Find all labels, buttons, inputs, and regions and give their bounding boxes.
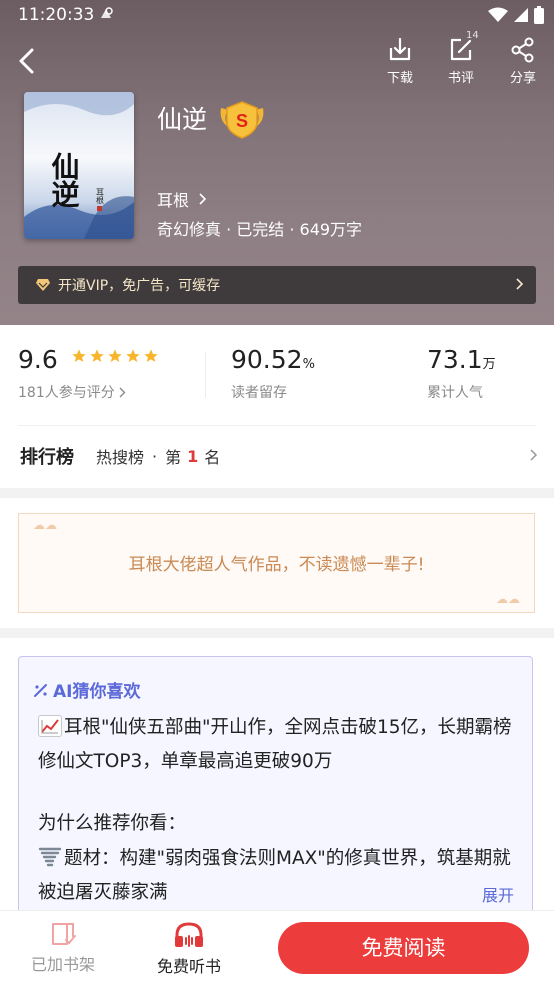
chevron-right-icon [530, 449, 538, 461]
ai-reason-text: 题材：构建"弱肉强食法则MAX"的修真世界，筑基期就被迫屠灭藤家满 [38, 848, 511, 903]
ai-title: AI猜你喜欢 [33, 677, 140, 702]
popularity-value: 73.1 [427, 345, 483, 374]
download-button[interactable]: 下载 [380, 36, 420, 86]
star-icon [108, 349, 122, 362]
chevron-right-icon [516, 278, 524, 290]
tornado-icon [38, 847, 62, 867]
download-label: 下载 [386, 71, 413, 86]
book-header: 11:20:33 下载 14 书评 分享 仙逆 耳根 仙逆 S 耳根 奇幻修真 … [0, 0, 554, 325]
retention-label: 读者留存 [231, 385, 287, 401]
retention-unit: % [302, 357, 315, 372]
read-free-button[interactable]: 免费阅读 [278, 922, 529, 974]
add-to-shelf-label: 已加书架 [30, 955, 95, 974]
expand-button[interactable]: 展开 [482, 882, 514, 906]
section-divider [18, 425, 536, 426]
star-icon [72, 349, 86, 362]
status-time: 11:20:33 [18, 5, 95, 25]
score-participants: 181人参与评分 [18, 385, 115, 401]
ranking-list-name: 热搜榜 [96, 448, 145, 467]
ai-reason: 题材：构建"弱肉强食法则MAX"的修真世界，筑基期就被迫屠灭藤家满 [38, 842, 516, 910]
bottom-action-bar: 已加书架 免费听书 免费阅读 [0, 910, 554, 984]
rating-stars [71, 348, 159, 364]
listen-free-button[interactable]: 免费听书 [144, 921, 234, 977]
popularity-unit: 万 [482, 357, 496, 372]
review-button[interactable]: 书评 [441, 36, 481, 86]
vip-promo-text: 开通VIP，免广告，可缓存 [58, 278, 221, 294]
review-label: 书评 [447, 71, 474, 86]
vip-diamond-icon [36, 279, 50, 291]
rank-badge-letter: S [236, 111, 248, 131]
back-button[interactable] [12, 44, 42, 78]
book-title: 仙逆 [157, 105, 208, 134]
download-icon [389, 37, 411, 61]
ranking-suffix: 名 [204, 448, 221, 467]
ai-why-heading: 为什么推荐你看： [38, 813, 187, 834]
book-cover[interactable]: 仙逆 耳根 [24, 92, 134, 239]
slogan-box: ☁☁ ☁☁ 耳根大佬超人气作品，不读遗憾一辈子! [18, 513, 535, 613]
status-bar: 11:20:33 [0, 0, 554, 30]
ranking-position: 1 [187, 446, 199, 466]
battery-icon [534, 6, 544, 24]
ai-sparkle-icon [34, 683, 47, 697]
cloud-ornament-icon: ☁☁ [496, 592, 520, 606]
stats-card: 9.6 181人参与评分 90.52% 读者留存 73.1万 累计人气 排行榜 … [0, 325, 554, 488]
book-meta: 奇幻修真 · 已完结 · 649万字 [157, 220, 363, 239]
cover-art: 仙逆 耳根 [24, 92, 134, 239]
chevron-right-icon [199, 193, 207, 205]
slogan-text: 耳根大佬超人气作品，不读遗憾一辈子! [128, 555, 425, 575]
share-label: 分享 [509, 71, 536, 86]
ranking-separator: · [152, 446, 158, 466]
stats-divider [205, 352, 206, 398]
score-stat[interactable]: 9.6 181人参与评分 [18, 345, 159, 402]
ranking-title: 排行榜 [20, 447, 74, 468]
popularity-stat: 73.1万 累计人气 [427, 345, 496, 402]
share-button[interactable]: 分享 [503, 36, 543, 86]
headphones-icon [175, 922, 203, 947]
chart-increasing-icon [38, 715, 62, 737]
share-icon [511, 37, 534, 63]
status-indicators [488, 6, 544, 24]
s-rank-badge-icon: S [220, 101, 264, 139]
signal-icon [514, 8, 528, 22]
cloud-ornament-icon: ☁☁ [33, 518, 57, 532]
retention-stat: 90.52% 读者留存 [231, 345, 315, 402]
star-icon [144, 349, 158, 362]
wifi-icon [488, 7, 508, 22]
vip-promo-bar[interactable]: 开通VIP，免广告，可缓存 [18, 266, 536, 304]
chevron-right-icon [119, 387, 126, 397]
ai-recommend-card: AI猜你喜欢 耳根"仙侠五部曲"开山作，全网点击破15亿，长期霸榜修仙文TOP3… [18, 656, 533, 926]
ai-title-text: AI猜你喜欢 [53, 682, 141, 702]
retention-value: 90.52 [231, 345, 303, 374]
star-icon [90, 349, 104, 362]
cover-author-glyphs: 耳根 [96, 188, 105, 205]
review-icon [450, 38, 472, 61]
notification-app-icon [101, 7, 113, 18]
ai-summary-text: 耳根"仙侠五部曲"开山作，全网点击破15亿，长期霸榜修仙文TOP3，单章最高追更… [38, 717, 512, 772]
slogan-section: ☁☁ ☁☁ 耳根大佬超人气作品，不读遗憾一辈子! [0, 498, 554, 628]
author-name: 耳根 [157, 191, 190, 210]
score-value: 9.6 [18, 345, 58, 374]
ai-recommend-section: AI猜你喜欢 耳根"仙侠五部曲"开山作，全网点击破15亿，长期霸榜修仙文TOP3… [0, 638, 554, 926]
ranking-prefix: 第 [165, 448, 182, 467]
listen-free-label: 免费听书 [156, 957, 221, 976]
add-to-shelf-button[interactable]: 已加书架 [18, 921, 108, 975]
ai-summary: 耳根"仙侠五部曲"开山作，全网点击破15亿，长期霸榜修仙文TOP3，单章最高追更… [38, 711, 516, 779]
star-icon [126, 349, 140, 362]
cover-title-glyphs: 仙逆 [48, 152, 81, 209]
back-arrow-icon [19, 48, 34, 74]
bookshelf-check-icon [52, 923, 76, 945]
ranking-row[interactable]: 排行榜 热搜榜 · 第 1 名 [20, 443, 540, 469]
rank-badge: S [217, 100, 267, 140]
author-link[interactable]: 耳根 [157, 187, 207, 211]
popularity-label: 累计人气 [427, 385, 483, 401]
